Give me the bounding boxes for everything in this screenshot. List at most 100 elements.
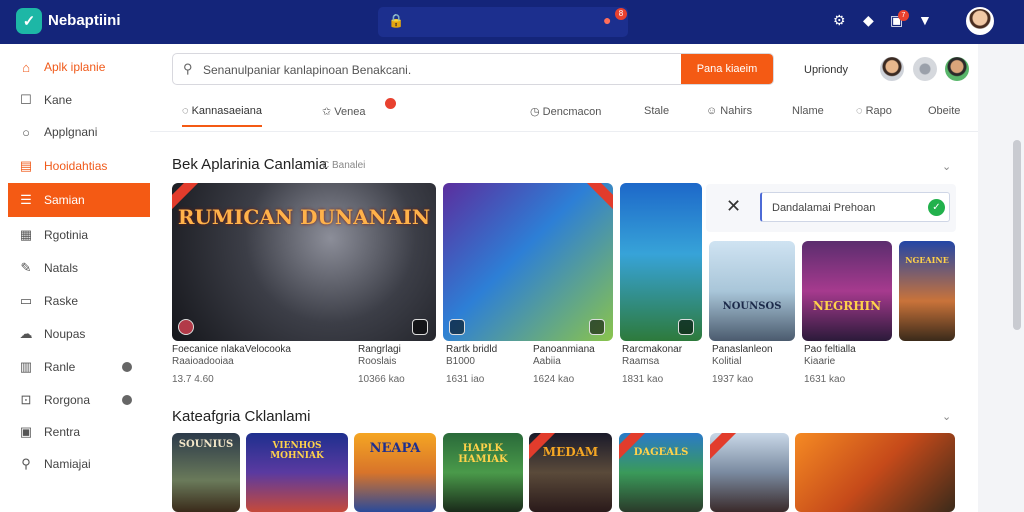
- gear-icon[interactable]: [122, 362, 132, 372]
- tab-rapo[interactable]: ◌ Rapo: [856, 105, 892, 117]
- sidebar-item-natals[interactable]: ✎ Natals: [8, 255, 150, 281]
- game-title: Pao feltialla: [804, 344, 856, 355]
- tab-venea[interactable]: ✩ Venea: [322, 105, 365, 118]
- sidebar-item-label: Raske: [44, 294, 79, 308]
- sidebar-item-rentra[interactable]: ▣ Rentra: [8, 419, 150, 445]
- game-title: Rartk bridld: [446, 344, 498, 355]
- settings-icon[interactable]: ⚙: [833, 12, 846, 29]
- sidebar-item-raske[interactable]: ▭ Raske: [8, 288, 150, 314]
- cart-icon[interactable]: ●: [603, 12, 611, 28]
- sidebar-item-samian[interactable]: ☰ Samian: [8, 183, 150, 217]
- user-avatar-1[interactable]: [880, 57, 904, 81]
- smile-icon: ☺: [706, 105, 721, 117]
- popup-input-field[interactable]: Dandalamai Prehoan ✓: [760, 192, 950, 222]
- sidebar-item-noupas[interactable]: ☁ Noupas: [8, 321, 150, 347]
- cloud-icon: ☁: [19, 326, 33, 341]
- user-avatar[interactable]: [966, 7, 994, 35]
- game-card[interactable]: MEDAM: [529, 433, 612, 512]
- cart-badge: 8: [615, 8, 627, 20]
- chevron-down-icon[interactable]: ⌄: [942, 160, 951, 173]
- section-title: Kateafgria Cklanlami: [172, 408, 311, 425]
- game-subtitle: Aabiia: [533, 356, 561, 367]
- search-icon: ⚲: [183, 61, 193, 76]
- chevron-down-icon[interactable]: ⌄: [942, 410, 951, 423]
- game-meta: 1624 kao: [533, 374, 575, 385]
- user-avatar-3[interactable]: [945, 57, 969, 81]
- tab-nlame[interactable]: Nlame: [792, 105, 824, 117]
- game-card[interactable]: HAPLK HAMIAK: [443, 433, 523, 512]
- sidebar-item-hooidahtias[interactable]: ▤ Hooidahtias: [8, 153, 150, 179]
- settings-dot-icon[interactable]: [122, 395, 132, 405]
- check-icon[interactable]: ✓: [928, 199, 945, 216]
- game-caption: Rartk bridld B1000 1631 iao: [446, 344, 497, 386]
- lock-icon: ⊡: [20, 392, 32, 407]
- game-card[interactable]: DAGEALS: [619, 433, 703, 512]
- game-card-art-title: NEAPA: [369, 441, 421, 456]
- sidebar-item-rorgona[interactable]: ⊡ Rorgona: [8, 387, 150, 413]
- game-card[interactable]: [795, 433, 955, 512]
- game-card[interactable]: NEAPA: [354, 433, 436, 512]
- star-icon: ✩: [322, 106, 335, 118]
- game-subtitle: Kiaarie: [804, 356, 836, 367]
- top-search-bar[interactable]: 🔒 ● 8: [378, 7, 628, 37]
- tab-kannasaeiana[interactable]: ◌ Kannasaeiana: [182, 105, 262, 127]
- controller-icon[interactable]: [412, 319, 428, 335]
- search-input[interactable]: Senanulpaniar kanlapinoan Benakcani.: [203, 63, 411, 77]
- sidebar-item-kane[interactable]: ☐ Kane: [8, 87, 150, 113]
- user-label[interactable]: Upriondy: [804, 64, 848, 76]
- sidebar-item-rgotinia[interactable]: ▦ Rgotinia: [8, 222, 150, 248]
- game-card[interactable]: NGEAINE: [899, 241, 955, 341]
- sidebar-item-label: Kane: [44, 93, 73, 107]
- search-button[interactable]: Pana kiaeim: [681, 54, 773, 84]
- inbox-icon[interactable]: ▼: [918, 12, 932, 28]
- tab-nahirs[interactable]: ☺ Nahirs: [706, 105, 752, 117]
- tag-icon[interactable]: ◆: [863, 12, 874, 29]
- game-meta: 1631 kao: [804, 374, 846, 385]
- app-brand[interactable]: Nebaptiini: [48, 12, 121, 29]
- sidebar-item-namiajai[interactable]: ⚲ Namiajai: [8, 451, 150, 477]
- game-subtitle: B1000: [446, 356, 475, 367]
- game-card[interactable]: RUMICAN DUNANAIN: [172, 183, 436, 341]
- search-icon: ⚲: [21, 456, 31, 471]
- game-card[interactable]: NOUNSOS: [709, 241, 795, 341]
- close-icon[interactable]: ✕: [726, 196, 741, 217]
- game-card[interactable]: SOUNIUS: [172, 433, 240, 512]
- tab-label: Kannasaeiana: [191, 105, 262, 117]
- game-card[interactable]: [710, 433, 789, 512]
- game-card[interactable]: VIENHOS MOHNIAK: [246, 433, 348, 512]
- controller-icon[interactable]: [589, 319, 605, 335]
- controller-icon[interactable]: [678, 319, 694, 335]
- sidebar-item-ranle[interactable]: ▥ Ranle: [8, 354, 150, 380]
- tab-dencmacon[interactable]: ◷ Dencmacon: [530, 105, 601, 118]
- game-caption: Foecanice nlakaVelocooka Raaioadooiaa 13…: [172, 344, 291, 386]
- sidebar-item-label: Natals: [44, 261, 79, 275]
- sidebar-item-applgnani[interactable]: ○ Applgnani: [8, 119, 150, 145]
- game-subtitle: Kolitial: [712, 356, 742, 367]
- scrollbar[interactable]: [1013, 140, 1021, 330]
- calendar-icon: ▥: [19, 359, 33, 374]
- user-avatar-2[interactable]: [913, 57, 937, 81]
- search-bar[interactable]: ⚲ Senanulpaniar kanlapinoan Benakcani. P…: [172, 53, 774, 85]
- sidebar-item-label: Rgotinia: [44, 228, 89, 242]
- tab-badge: [385, 98, 396, 109]
- search-icon: ○: [22, 124, 30, 140]
- section-subtitle: C Banalei: [322, 160, 366, 171]
- sidebar-item-label: Aplk iplanie: [44, 60, 106, 74]
- game-card[interactable]: [443, 183, 613, 341]
- game-card[interactable]: NEGRHIN: [802, 241, 892, 341]
- sidebar-item-home[interactable]: ⌂ Aplk iplanie: [8, 54, 150, 80]
- notification-badge: 7: [898, 10, 909, 21]
- game-badge-icon: [449, 319, 465, 335]
- document-icon: ▭: [19, 293, 33, 308]
- game-title: Rarcmakonar: [622, 344, 683, 355]
- app-logo-icon[interactable]: ✓: [16, 8, 42, 34]
- sidebar-item-label: Namiajai: [44, 457, 91, 471]
- sidebar-item-label: Rorgona: [44, 393, 91, 407]
- tab-obeite[interactable]: Obeite: [928, 105, 960, 117]
- tab-bar: ◌ Kannasaeiana ✩ Venea ◷ Dencmacon Stale…: [150, 98, 978, 132]
- game-card[interactable]: [620, 183, 702, 341]
- menu-icon: ☰: [20, 192, 32, 207]
- tab-stale[interactable]: Stale: [644, 105, 669, 117]
- sidebar-item-label: Hooidahtias: [44, 159, 108, 173]
- popup-field-value: Dandalamai Prehoan: [772, 202, 876, 214]
